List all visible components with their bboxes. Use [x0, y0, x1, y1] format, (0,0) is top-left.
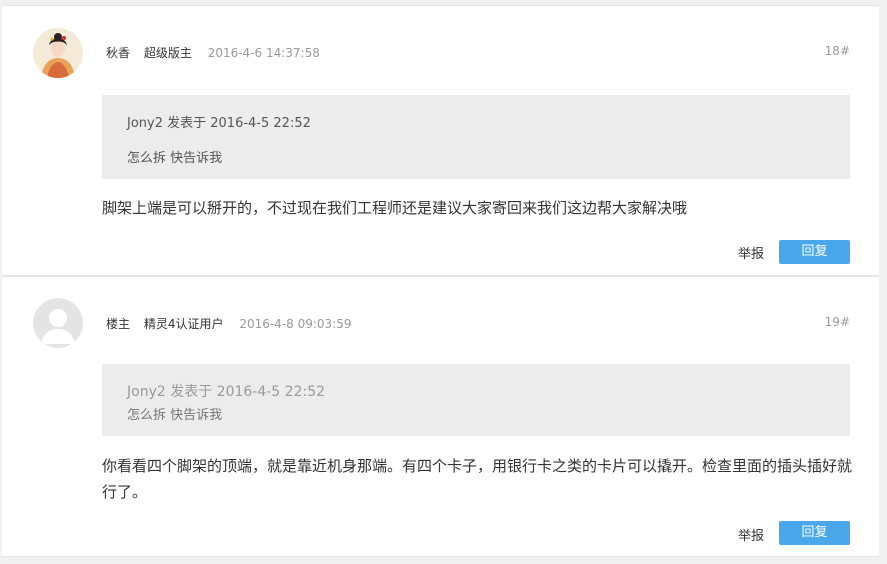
- avatar[interactable]: [33, 298, 83, 348]
- floor-number[interactable]: 19#: [825, 315, 850, 329]
- quote-block: Jony2 发表于 2016-4-5 22:52 怎么拆 快告诉我: [102, 95, 850, 179]
- post-content: 脚架上端是可以掰开的，不过现在我们工程师还是建议大家寄回来我们这边帮大家解决哦: [102, 199, 688, 217]
- user-badge: 精灵4认证用户: [143, 317, 224, 331]
- reply-button[interactable]: 回复: [779, 521, 850, 545]
- post-meta: 秋香 超级版主 2016-4-6 14:37:58: [106, 44, 320, 61]
- post-meta: 楼主 精灵4认证用户 2016-4-8 09:03:59: [106, 315, 352, 332]
- author-name[interactable]: 秋香: [106, 46, 130, 60]
- post-item: 秋香 超级版主 2016-4-6 14:37:58 18# Jony2 发表于 …: [2, 5, 879, 276]
- post-time: 2016-4-8 09:03:59: [239, 317, 352, 331]
- quote-header: Jony2 发表于 2016-4-5 22:52: [127, 384, 326, 400]
- floor-number[interactable]: 18#: [825, 44, 850, 58]
- avatar[interactable]: [33, 28, 83, 78]
- quote-header: Jony2 发表于 2016-4-5 22:52: [127, 116, 311, 131]
- report-link[interactable]: 举报: [738, 243, 764, 262]
- quote-block: Jony2 发表于 2016-4-5 22:52 怎么拆 快告诉我: [102, 364, 850, 436]
- quote-body: 怎么拆 快告诉我: [127, 151, 223, 166]
- post-content: 你看看四个脚架的顶端，就是靠近机身那端。有四个卡子，用银行卡之类的卡片可以撬开。…: [102, 457, 853, 501]
- user-badge: 超级版主: [143, 46, 192, 60]
- report-link[interactable]: 举报: [738, 525, 764, 544]
- quote-body: 怎么拆 快告诉我: [127, 408, 223, 423]
- author-name[interactable]: 楼主: [106, 317, 130, 331]
- post-time: 2016-4-6 14:37:58: [207, 46, 320, 60]
- post-item: 楼主 精灵4认证用户 2016-4-8 09:03:59 19# Jony2 发…: [2, 276, 879, 557]
- reply-button[interactable]: 回复: [779, 240, 850, 264]
